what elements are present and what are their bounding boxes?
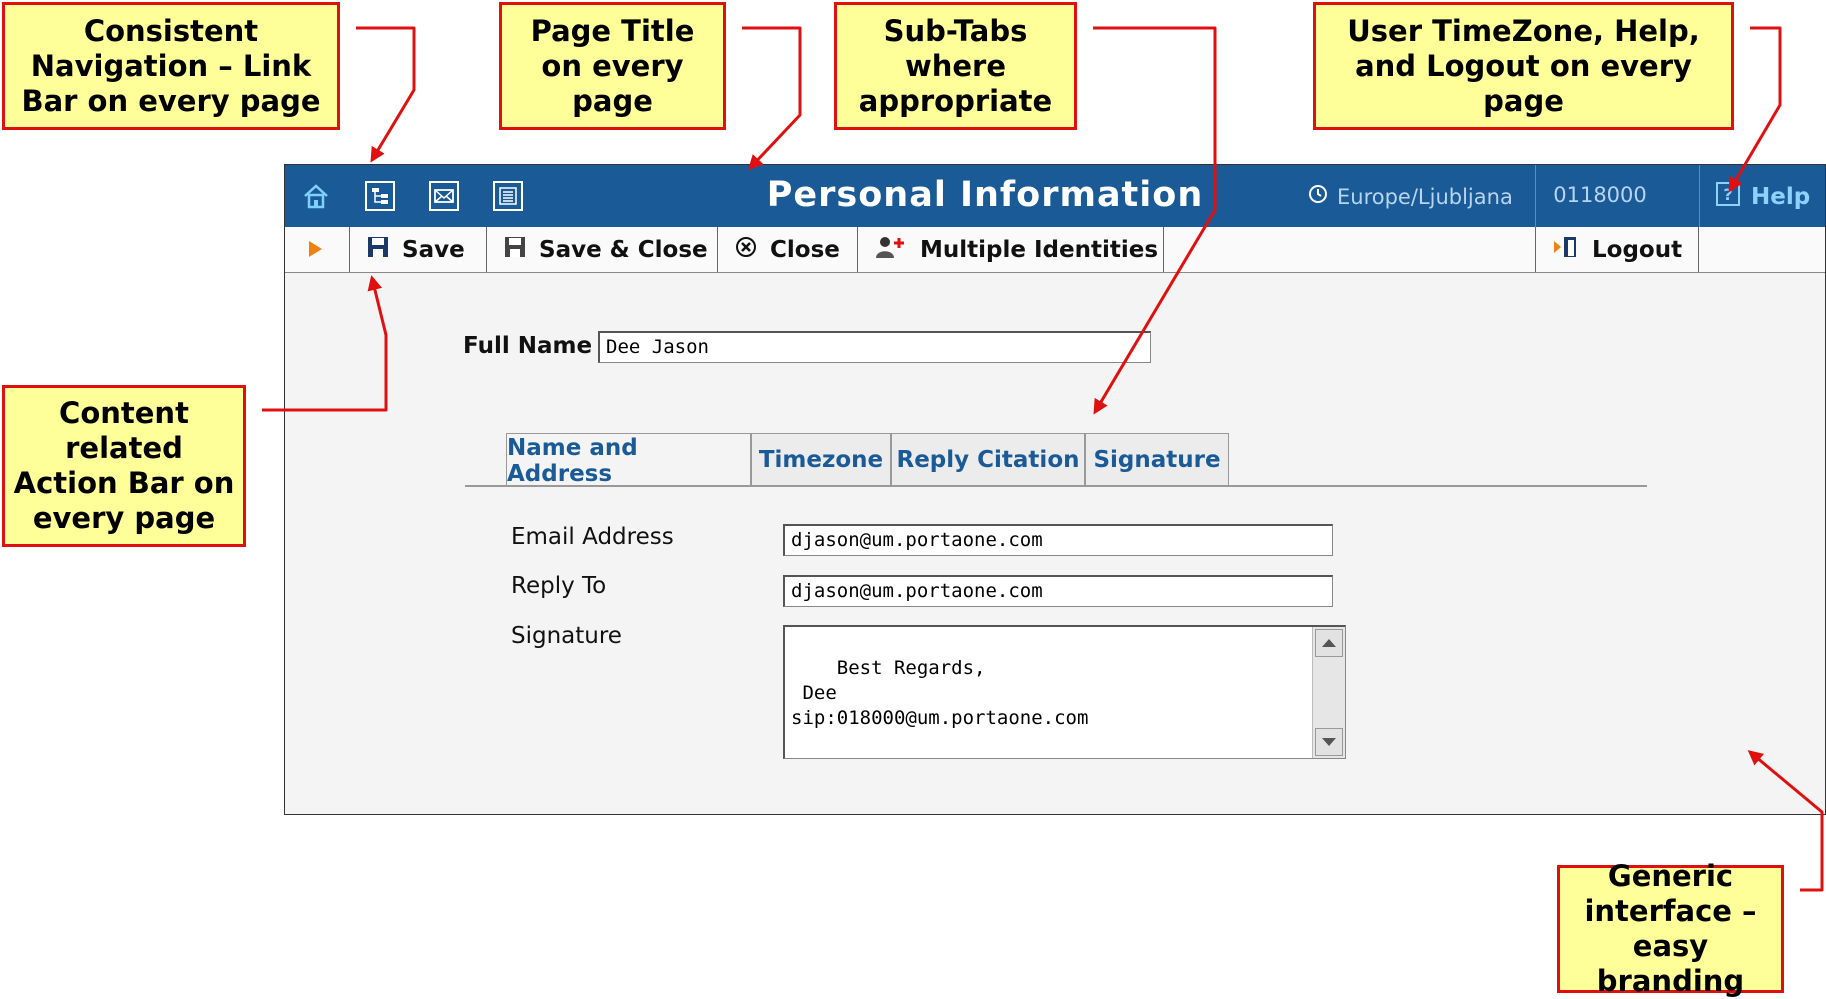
arrow-subtabs [1093, 26, 1217, 415]
arrow-branding [1747, 750, 1824, 892]
callout-arrows [262, 26, 1824, 892]
arrow-page-title [742, 26, 802, 171]
arrow-user-tools [1728, 26, 1782, 193]
arrow-navigation [356, 26, 416, 163]
arrow-action-bar [262, 275, 388, 412]
